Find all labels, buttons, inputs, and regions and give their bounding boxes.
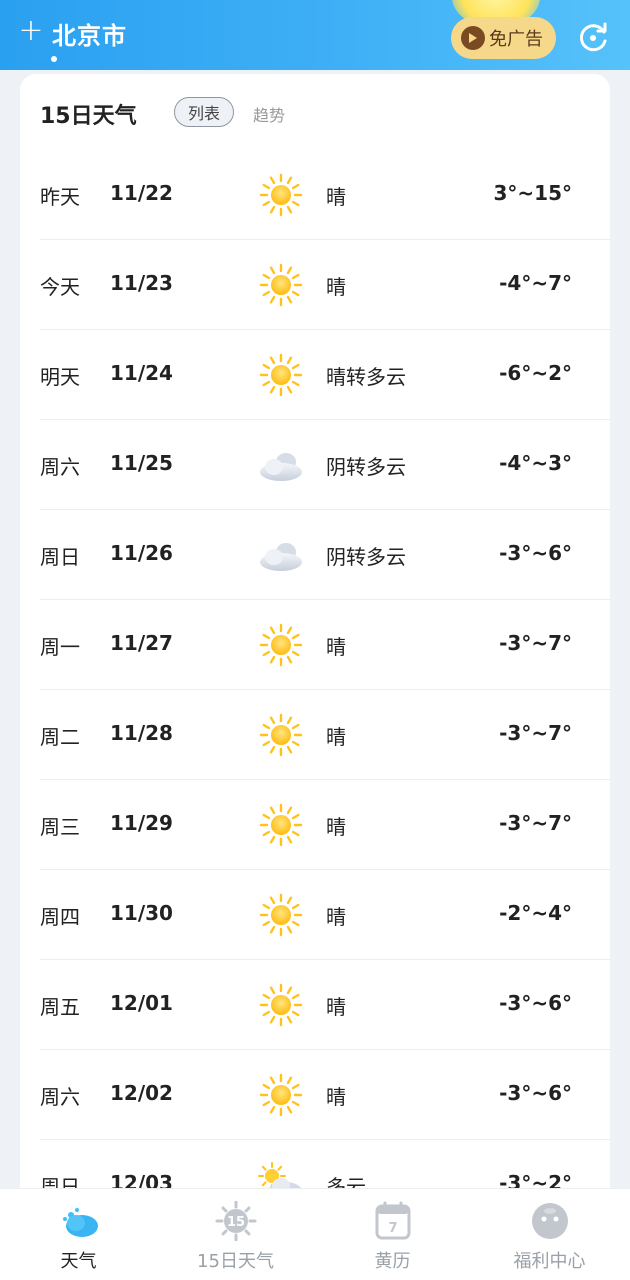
forecast-date: 11/22 — [110, 181, 173, 205]
sunny-icon — [258, 622, 304, 668]
sunny-icon — [258, 262, 304, 308]
nav-item-weather[interactable]: 天气 — [0, 1189, 157, 1280]
page-indicator-dot — [51, 56, 57, 62]
forecast-date: 11/28 — [110, 721, 173, 745]
forecast-description: 晴 — [326, 995, 346, 1019]
forecast-row[interactable]: 周日 11/26 阴转多云 -3°~6° — [40, 510, 610, 600]
forecast-temperature: -6°~2° — [499, 361, 572, 385]
forecast-row[interactable]: 周五 12/01 晴 -3°~6° — [40, 960, 610, 1050]
nav-label-15day: 15日天气 — [197, 1251, 274, 1272]
forecast-date: 11/23 — [110, 271, 173, 295]
forecast-row[interactable]: 周六 12/02 晴 -3°~6° — [40, 1050, 610, 1140]
forecast-temperature: -3°~6° — [499, 541, 572, 565]
forecast-row[interactable]: 今天 11/23 晴 -4°~7° — [40, 240, 610, 330]
cloudy-icon — [258, 532, 304, 578]
forecast-day: 周六 — [40, 455, 80, 479]
forecast-date: 11/29 — [110, 811, 173, 835]
sunny-icon — [258, 802, 304, 848]
forecast-description: 晴 — [326, 1085, 346, 1109]
forecast-day: 今天 — [40, 275, 80, 299]
forecast-description: 阴转多云 — [326, 455, 406, 479]
nav-label-welfare: 福利中心 — [513, 1251, 586, 1272]
remove-ads-button[interactable]: 免广告 — [451, 17, 556, 59]
forecast-card: 15日天气 列表 趋势 昨天 11/22 晴 3°~15° 今天 11/23 晴 -4°~7°… — [20, 74, 610, 1274]
forecast-row[interactable]: 周三 11/29 晴 -3°~7° — [40, 780, 610, 870]
plus-icon[interactable]: + — [18, 16, 44, 46]
fifteen-day-icon: 15 — [215, 1201, 257, 1241]
forecast-date: 11/26 — [110, 541, 173, 565]
forecast-date: 11/24 — [110, 361, 173, 385]
forecast-day: 周五 — [40, 995, 80, 1019]
nav-item-welfare[interactable]: 福利中心 — [471, 1189, 628, 1280]
sunny-icon — [258, 892, 304, 938]
forecast-temperature: -3°~7° — [499, 811, 572, 835]
forecast-day: 周四 — [40, 905, 80, 929]
forecast-temperature: -3°~7° — [499, 631, 572, 655]
remove-ads-label: 免广告 — [489, 29, 543, 50]
calendar-icon: 7 — [375, 1201, 411, 1240]
bottom-nav: 天气 15 15日天气 7 黄历 福利中心 — [0, 1188, 630, 1280]
forecast-temperature: -3°~6° — [499, 991, 572, 1015]
tab-list[interactable]: 列表 — [174, 97, 234, 127]
svg-text:15: 15 — [227, 1215, 245, 1230]
city-name[interactable]: 北京市 — [52, 16, 127, 51]
card-title: 15日天气 — [40, 104, 137, 129]
weather-cloud-icon — [63, 1208, 98, 1237]
forecast-temperature: -4°~3° — [499, 451, 572, 475]
nav-item-15day[interactable]: 15 15日天气 — [157, 1189, 314, 1280]
forecast-description: 晴 — [326, 815, 346, 839]
tab-trend[interactable]: 趋势 — [253, 102, 285, 126]
forecast-date: 12/01 — [110, 991, 173, 1015]
forecast-description: 阴转多云 — [326, 545, 406, 569]
forecast-temperature: -3°~7° — [499, 721, 572, 745]
sunny-icon — [258, 352, 304, 398]
forecast-row[interactable]: 周六 11/25 阴转多云 -4°~3° — [40, 420, 610, 510]
forecast-description: 晴转多云 — [326, 365, 406, 389]
forecast-row[interactable]: 明天 11/24 晴转多云 -6°~2° — [40, 330, 610, 420]
header-bar: + 北京市 免广告 — [0, 0, 630, 70]
sunny-icon — [258, 712, 304, 758]
forecast-description: 晴 — [326, 185, 346, 209]
forecast-description: 晴 — [326, 275, 346, 299]
nav-label-weather: 天气 — [60, 1251, 97, 1272]
svg-text:7: 7 — [388, 1221, 397, 1236]
cloudy-icon — [258, 442, 304, 488]
forecast-day: 周六 — [40, 1085, 80, 1109]
forecast-day: 昨天 — [40, 185, 80, 209]
nav-item-almanac[interactable]: 7 黄历 — [314, 1189, 471, 1280]
forecast-description: 晴 — [326, 635, 346, 659]
forecast-description: 晴 — [326, 905, 346, 929]
forecast-day: 周日 — [40, 545, 80, 569]
forecast-day: 周一 — [40, 635, 80, 659]
forecast-temperature: -4°~7° — [499, 271, 572, 295]
forecast-day: 周三 — [40, 815, 80, 839]
forecast-row[interactable]: 周二 11/28 晴 -3°~7° — [40, 690, 610, 780]
forecast-temperature: 3°~15° — [493, 181, 572, 205]
refresh-icon[interactable] — [576, 21, 610, 55]
welfare-icon — [532, 1203, 568, 1239]
forecast-row[interactable]: 周一 11/27 晴 -3°~7° — [40, 600, 610, 690]
forecast-date: 11/25 — [110, 451, 173, 475]
forecast-row[interactable]: 昨天 11/22 晴 3°~15° — [40, 150, 610, 240]
forecast-temperature: -3°~6° — [499, 1081, 572, 1105]
sunny-icon — [258, 982, 304, 1028]
sunny-icon — [258, 1072, 304, 1118]
forecast-description: 晴 — [326, 725, 346, 749]
forecast-date: 11/30 — [110, 901, 173, 925]
forecast-temperature: -2°~4° — [499, 901, 572, 925]
play-icon — [461, 26, 485, 50]
forecast-date: 11/27 — [110, 631, 173, 655]
nav-label-almanac: 黄历 — [374, 1251, 411, 1272]
forecast-row[interactable]: 周四 11/30 晴 -2°~4° — [40, 870, 610, 960]
forecast-list: 昨天 11/22 晴 3°~15° 今天 11/23 晴 -4°~7° 明天 11/24 晴转多云 -… — [40, 150, 610, 1230]
forecast-day: 明天 — [40, 365, 80, 389]
sunny-icon — [258, 172, 304, 218]
forecast-day: 周二 — [40, 725, 80, 749]
forecast-date: 12/02 — [110, 1081, 173, 1105]
